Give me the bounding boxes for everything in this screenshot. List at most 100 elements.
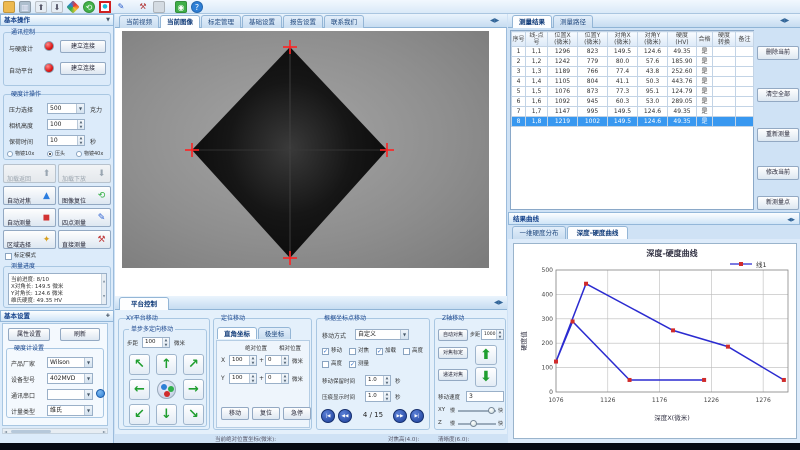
objective-10x-radio[interactable]: 物镜10x <box>7 150 33 159</box>
path-check1-2[interactable]: ✓加载 <box>376 347 403 356</box>
property-settings-button[interactable]: 属性设置 <box>8 328 50 341</box>
reset-icon[interactable]: ⟲ <box>83 1 95 13</box>
pressure-select[interactable]: 500▼ <box>47 103 85 114</box>
indenter-radio[interactable]: 压头 <box>47 150 73 159</box>
direct-measure-button[interactable]: 直接测量⚒ <box>58 230 111 249</box>
tab-platform-control[interactable]: 平台控制 <box>119 297 169 310</box>
measure-tool-icon[interactable]: ⚒ <box>137 1 149 13</box>
pin-icon[interactable]: ✚ <box>106 311 110 322</box>
indent-time-stepper-spinner[interactable]: ▲▼ <box>383 392 390 401</box>
table-row[interactable]: 41,4110580441.150.3443.76是 <box>512 77 754 87</box>
y-rel-stepper[interactable]: 0▲▼ <box>265 373 289 384</box>
pressure-select-arrow[interactable]: ▼ <box>76 104 84 113</box>
move-button[interactable]: 移动 <box>221 407 249 420</box>
x-abs-stepper[interactable]: 100▲▼ <box>229 355 257 366</box>
z-down-button[interactable]: ⬇ <box>475 367 497 387</box>
dwell-stepper-spinner[interactable]: ▲▼ <box>383 376 390 385</box>
modify-current-button[interactable]: 修改当前 <box>757 166 799 180</box>
move-down-button[interactable]: ↓ <box>156 404 177 425</box>
settings-field-select-0-arrow[interactable]: ▼ <box>84 358 92 367</box>
tab-scroll-arrows-right[interactable]: ◀▶ <box>780 17 794 26</box>
y-abs-stepper-spinner[interactable]: ▲▼ <box>249 374 256 383</box>
reset-button[interactable]: 复位 <box>252 407 280 420</box>
load-return-button[interactable]: 加载返回⬆ <box>3 164 56 183</box>
hold-time-stepper[interactable]: 10▲▼ <box>47 135 85 146</box>
speed-input[interactable]: 3 <box>466 391 504 402</box>
table-row[interactable]: 81,812191002149.5124.649.35是 <box>512 117 754 127</box>
progressive-focus-button[interactable]: 递进对焦 <box>438 369 468 381</box>
table-row[interactable]: 51,5107687377.395.1124.79是 <box>512 87 754 97</box>
image-reset-button[interactable]: 图像复位⟲ <box>58 186 111 205</box>
table-row[interactable]: 21,2124277980.057.6185.90是 <box>512 57 754 67</box>
load-down-icon[interactable]: ⬇ <box>51 1 63 13</box>
pencil-icon[interactable]: ✎ <box>115 1 127 13</box>
x-rel-stepper[interactable]: 0▲▼ <box>265 355 289 366</box>
platform-scroll-arrows[interactable]: ◀▶ <box>494 299 506 308</box>
camera-height-stepper-spinner[interactable]: ▲▼ <box>77 120 84 129</box>
four-point-measure-button[interactable]: 四点测量✎ <box>58 208 111 227</box>
move-ne-button[interactable]: ↗ <box>183 354 204 375</box>
move-mode-select-arrow[interactable]: ▼ <box>400 330 408 339</box>
z-step-stepper[interactable]: 1000▲▼ <box>481 329 504 340</box>
collapse-icon[interactable]: ▼ <box>106 15 110 26</box>
path-check1-0[interactable]: ✓移动 <box>322 347 349 356</box>
move-center-button[interactable] <box>157 380 176 399</box>
tab-coord-0[interactable]: 直角坐标 <box>217 327 257 339</box>
settings-field-select-1-arrow[interactable]: ▼ <box>84 374 92 383</box>
calibration-mode-checkbox[interactable]: 标定模式 <box>5 252 32 261</box>
x-abs-stepper-spinner[interactable]: ▲▼ <box>249 356 256 365</box>
table-row[interactable]: 11,11296823149.5124.649.35是 <box>512 47 754 57</box>
y-rel-stepper-spinner[interactable]: ▲▼ <box>281 374 288 383</box>
save-icon[interactable]: ▥ <box>19 1 31 13</box>
inactive-icon[interactable] <box>153 1 165 13</box>
hold-time-stepper-spinner[interactable]: ▲▼ <box>77 136 84 145</box>
tab-coord-1[interactable]: 极坐标 <box>258 327 291 339</box>
delete-current-button[interactable]: 删除当前 <box>757 46 799 60</box>
new-point-button[interactable]: 新测量点 <box>757 196 799 210</box>
move-se-button[interactable]: ↘ <box>183 404 204 425</box>
dwell-stepper[interactable]: 1.0▲▼ <box>365 375 391 386</box>
refresh-button[interactable]: 刷新 <box>60 328 100 341</box>
move-sw-button[interactable]: ↙ <box>129 404 150 425</box>
move-left-button[interactable]: ← <box>129 379 150 400</box>
tab-center-1[interactable]: 当前图像 <box>160 15 200 28</box>
path-check2-0[interactable]: 高度 <box>322 360 349 369</box>
xy-slider-track[interactable] <box>458 410 496 412</box>
z-slider-thumb[interactable] <box>470 420 477 427</box>
curves-scroll-arrows[interactable]: ◀▶ <box>787 215 795 226</box>
scroll-left-arrow[interactable]: ◄ <box>4 429 7 434</box>
table-row[interactable]: 71,71147995149.5124.649.35是 <box>512 107 754 117</box>
settings-field-select-3[interactable]: 维氏▼ <box>47 405 93 416</box>
move-nw-button[interactable]: ↖ <box>129 354 150 375</box>
load-up-icon[interactable]: ⬆ <box>35 1 47 13</box>
focus-calib-button[interactable]: 对焦标定 <box>438 347 468 359</box>
x-rel-stepper-spinner[interactable]: ▲▼ <box>281 356 288 365</box>
step-stepper-spinner[interactable]: ▲▼ <box>162 338 169 347</box>
settings-field-select-3-arrow[interactable]: ▼ <box>84 406 92 415</box>
z-autofocus-button[interactable]: 自动对焦 <box>438 329 468 341</box>
y-abs-stepper[interactable]: 100▲▼ <box>229 373 257 384</box>
table-row[interactable]: 31,3118976677.443.8252.60是 <box>512 67 754 77</box>
last-point-button[interactable]: ▶| <box>410 409 424 423</box>
z-slider-track[interactable] <box>458 423 496 425</box>
remeasure-button[interactable]: 重新测量 <box>757 128 799 142</box>
settings-field-select-2[interactable]: ▼ <box>47 389 93 400</box>
area-select-button[interactable]: 区域选择✦ <box>3 230 56 249</box>
indent-time-stepper[interactable]: 1.0▲▼ <box>365 391 391 402</box>
progress-scrollbar[interactable]: ▲▼ <box>101 274 106 304</box>
open-folder-icon[interactable] <box>3 1 15 13</box>
scroll-thumb[interactable] <box>11 430 51 433</box>
prev-point-button[interactable]: ◀◀ <box>338 409 352 423</box>
clear-all-button[interactable]: 清空全部 <box>757 88 799 102</box>
z-up-button[interactable]: ⬆ <box>475 345 497 365</box>
settings-field-select-2-arrow[interactable]: ▼ <box>84 390 92 399</box>
tab-center-2[interactable]: 标定管理 <box>201 15 241 28</box>
tab-center-0[interactable]: 当前视频 <box>119 15 159 28</box>
scroll-right-arrow[interactable]: ► <box>103 429 106 434</box>
step-stepper[interactable]: 100▲▼ <box>142 337 170 348</box>
table-row[interactable]: 61,6109294560.353.0289.05是 <box>512 97 754 107</box>
settings-field-select-0[interactable]: Wilson▼ <box>47 357 93 368</box>
tab-center-5[interactable]: 联系我们 <box>324 15 364 28</box>
load-lower-button[interactable]: 加载下放⬇ <box>58 164 111 183</box>
camera-image[interactable] <box>122 31 489 268</box>
